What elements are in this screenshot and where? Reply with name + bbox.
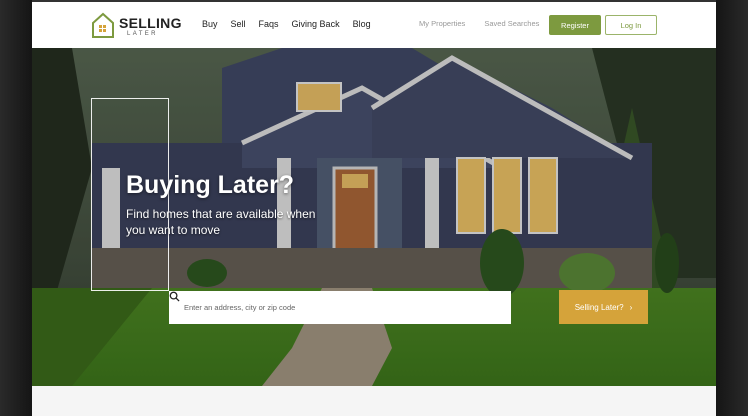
logo-subtext: LATER <box>127 31 158 37</box>
search-bar <box>169 291 511 324</box>
address-search-input[interactable] <box>169 291 484 324</box>
saved-searches-link[interactable]: Saved Searches <box>484 19 539 28</box>
selling-later-button[interactable]: Selling Later? › <box>559 290 648 324</box>
nav-buy[interactable]: Buy <box>202 19 218 29</box>
content-section-start <box>32 386 716 416</box>
hero-title: Buying Later? <box>126 171 295 199</box>
search-icon[interactable] <box>169 291 180 302</box>
site-header: SELLING LATER Buy Sell Faqs Giving Back … <box>32 2 716 48</box>
selling-later-label: Selling Later? <box>574 302 624 312</box>
account-links: My Properties Saved Searches <box>419 19 556 28</box>
nav-faqs[interactable]: Faqs <box>259 19 279 29</box>
browser-screen: SELLING LATER Buy Sell Faqs Giving Back … <box>32 2 716 416</box>
device-frame-left <box>0 0 32 416</box>
main-nav: Buy Sell Faqs Giving Back Blog <box>202 19 384 29</box>
my-properties-link[interactable]: My Properties <box>419 19 465 28</box>
nav-sell[interactable]: Sell <box>231 19 246 29</box>
logo[interactable]: SELLING LATER <box>91 9 181 43</box>
hero-banner: Buying Later? Find homes that are availa… <box>32 48 716 386</box>
login-button[interactable]: Log In <box>605 15 657 35</box>
nav-giving-back[interactable]: Giving Back <box>292 19 340 29</box>
house-logo-icon <box>92 12 114 38</box>
hero-subtitle: Find homes that are available when you w… <box>126 207 316 237</box>
chevron-right-icon: › <box>629 302 633 312</box>
logo-text: SELLING <box>119 15 182 31</box>
register-button[interactable]: Register <box>549 15 601 35</box>
nav-blog[interactable]: Blog <box>353 19 371 29</box>
device-frame-right <box>716 0 748 416</box>
